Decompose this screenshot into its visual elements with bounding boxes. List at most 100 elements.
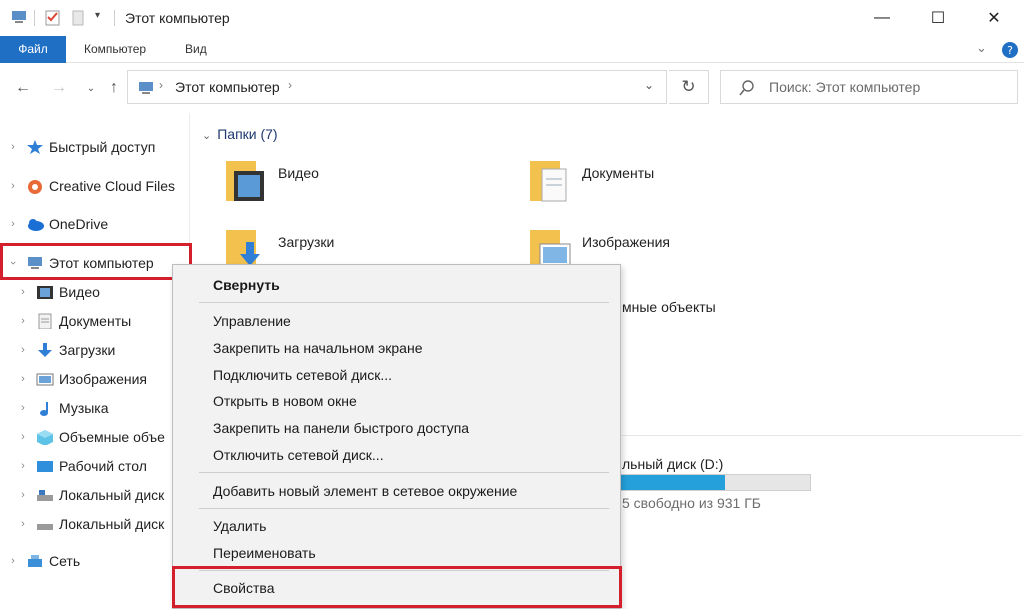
menu-separator (199, 472, 609, 473)
tab-view[interactable]: Вид (185, 36, 207, 63)
title-bar: ▾ Этот компьютер — ☐ ✕ (0, 0, 1024, 36)
menu-separator (199, 302, 609, 303)
sidebar-item-music[interactable]: › Музыка (16, 395, 109, 421)
sidebar-item-label: Музыка (59, 400, 109, 416)
folder-label: Загрузки (278, 234, 335, 250)
menu-item-open-new-window[interactable]: Открыть в новом окне (213, 393, 357, 409)
chevron-right-icon[interactable]: › (159, 78, 163, 92)
star-icon (27, 140, 43, 154)
sidebar-item-label: Сеть (49, 553, 81, 569)
group-title-text: Папки (7) (217, 126, 278, 142)
address-bar[interactable]: › Этот компьютер › ⌄ (127, 70, 667, 104)
chevron-right-icon[interactable]: › (6, 180, 20, 192)
sidebar-item-video[interactable]: › Видео (16, 279, 100, 305)
refresh-icon: ↻ (681, 77, 696, 96)
chevron-right-icon[interactable]: › (16, 286, 30, 298)
chevron-right-icon[interactable]: › (6, 218, 20, 230)
folder-documents[interactable]: Документы (528, 157, 654, 205)
sidebar-item-network[interactable]: › Сеть (6, 548, 80, 574)
sidebar-item-label: Локальный диск (59, 516, 165, 532)
tab-file[interactable]: Файл (0, 36, 66, 63)
menu-item-delete[interactable]: Удалить (213, 518, 266, 534)
menu-item-add-network-location[interactable]: Добавить новый элемент в сетевое окружен… (213, 483, 517, 499)
drive-icon (37, 524, 53, 530)
sidebar-item-desktop[interactable]: › Рабочий стол (16, 453, 147, 479)
sidebar-item-label: Объемные объе (59, 429, 165, 445)
chevron-right-icon[interactable]: › (6, 141, 20, 153)
highlight-this-pc (0, 243, 192, 280)
sidebar-item-onedrive[interactable]: › OneDrive (6, 211, 108, 237)
tab-computer[interactable]: Компьютер (84, 36, 146, 63)
sidebar-item-pictures[interactable]: › Изображения (16, 366, 147, 392)
address-dropdown-icon[interactable]: ⌄ (644, 78, 654, 92)
window-title: Этот компьютер (125, 10, 230, 26)
folder-label: Изображения (582, 234, 670, 250)
computer-icon (139, 82, 153, 94)
search-placeholder: Поиск: Этот компьютер (769, 79, 921, 95)
recent-locations-icon[interactable]: ⌄ (80, 77, 102, 99)
chevron-right-icon[interactable]: › (16, 431, 30, 443)
navigation-pane: › Быстрый доступ › Creative Cloud Files … (0, 113, 190, 609)
address-path[interactable]: Этот компьютер (175, 79, 280, 95)
sidebar-item-label: Creative Cloud Files (49, 178, 176, 194)
quick-access-dropdown-icon[interactable]: ▾ (95, 10, 100, 21)
maximize-button[interactable]: ☐ (910, 0, 966, 36)
chevron-right-icon[interactable]: › (16, 460, 30, 472)
divider (114, 10, 115, 26)
disk-d-usage-fill (621, 475, 725, 490)
menu-item-pin-start[interactable]: Закрепить на начальном экране (213, 340, 423, 356)
chevron-right-icon[interactable]: › (16, 402, 30, 414)
menu-item-rename[interactable]: Переименовать (213, 545, 316, 561)
menu-item-manage[interactable]: Управление (213, 313, 291, 329)
image-icon (36, 373, 54, 386)
menu-item-map-network-drive[interactable]: Подключить сетевой диск... (213, 367, 392, 383)
chevron-right-icon[interactable]: › (16, 373, 30, 385)
sidebar-item-label: Загрузки (59, 342, 116, 358)
refresh-button[interactable]: ↻ (669, 70, 709, 104)
video-icon (37, 286, 53, 299)
sidebar-item-local-disk-d[interactable]: › Локальный диск (16, 511, 164, 537)
disk-d-label[interactable]: льный диск (D:) (622, 456, 723, 472)
folder-video[interactable]: Видео (224, 157, 319, 205)
chevron-right-icon[interactable]: › (16, 344, 30, 356)
folders-group-header[interactable]: ⌄ Папки (7) (202, 126, 278, 142)
context-menu: Свернуть Управление Закрепить на начальн… (172, 264, 621, 609)
network-icon (28, 555, 42, 567)
sidebar-item-quick-access[interactable]: › Быстрый доступ (6, 134, 155, 160)
disk-d-free-space: 5 свободно из 931 ГБ (622, 495, 761, 511)
chevron-right-icon[interactable]: › (6, 555, 20, 567)
back-arrow-icon[interactable]: ← (12, 77, 34, 99)
chevron-down-icon[interactable]: ⌄ (202, 130, 211, 142)
menu-item-disconnect-network-drive[interactable]: Отключить сетевой диск... (213, 447, 384, 463)
chevron-right-icon[interactable]: › (16, 489, 30, 501)
chevron-right-icon[interactable]: › (16, 315, 30, 327)
new-folder-icon[interactable] (70, 9, 86, 27)
properties-icon[interactable] (44, 9, 62, 27)
sidebar-item-documents[interactable]: › Документы (16, 308, 131, 334)
search-icon (739, 80, 754, 96)
chevron-right-icon[interactable]: › (16, 518, 30, 530)
menu-item-pin-quick-access[interactable]: Закрепить на панели быстрого доступа (213, 420, 469, 436)
sidebar-item-downloads[interactable]: › Загрузки (16, 337, 115, 363)
sidebar-item-creative-cloud[interactable]: › Creative Cloud Files (6, 173, 175, 199)
sidebar-item-3d-objects[interactable]: › Объемные объе (16, 424, 165, 450)
help-icon[interactable]: ? (1001, 41, 1019, 59)
forward-arrow-icon[interactable]: → (48, 77, 70, 99)
ribbon-expand-icon[interactable]: ⌄ (976, 40, 987, 56)
menu-item-collapse[interactable]: Свернуть (213, 277, 280, 293)
cube-icon (37, 430, 53, 445)
search-input[interactable]: Поиск: Этот компьютер (720, 70, 1018, 104)
navigation-bar: ← → ⌄ ↑ › Этот компьютер › ⌄ ↻ Поиск: Эт… (0, 63, 1024, 113)
folder-label: Видео (278, 165, 319, 181)
chevron-right-icon[interactable]: › (288, 78, 292, 92)
sidebar-item-label: Рабочий стол (59, 458, 147, 474)
close-button[interactable]: ✕ (966, 0, 1022, 36)
video-folder-icon (226, 161, 264, 201)
sidebar-item-label: Документы (59, 313, 132, 329)
svg-text:?: ? (1007, 44, 1013, 57)
sidebar-item-local-disk-c[interactable]: › Локальный диск (16, 482, 164, 508)
minimize-button[interactable]: — (854, 0, 910, 36)
folder-3d-objects-label[interactable]: мные объекты (622, 299, 716, 315)
creative-cloud-icon (28, 180, 42, 194)
up-arrow-icon[interactable]: ↑ (103, 77, 125, 99)
